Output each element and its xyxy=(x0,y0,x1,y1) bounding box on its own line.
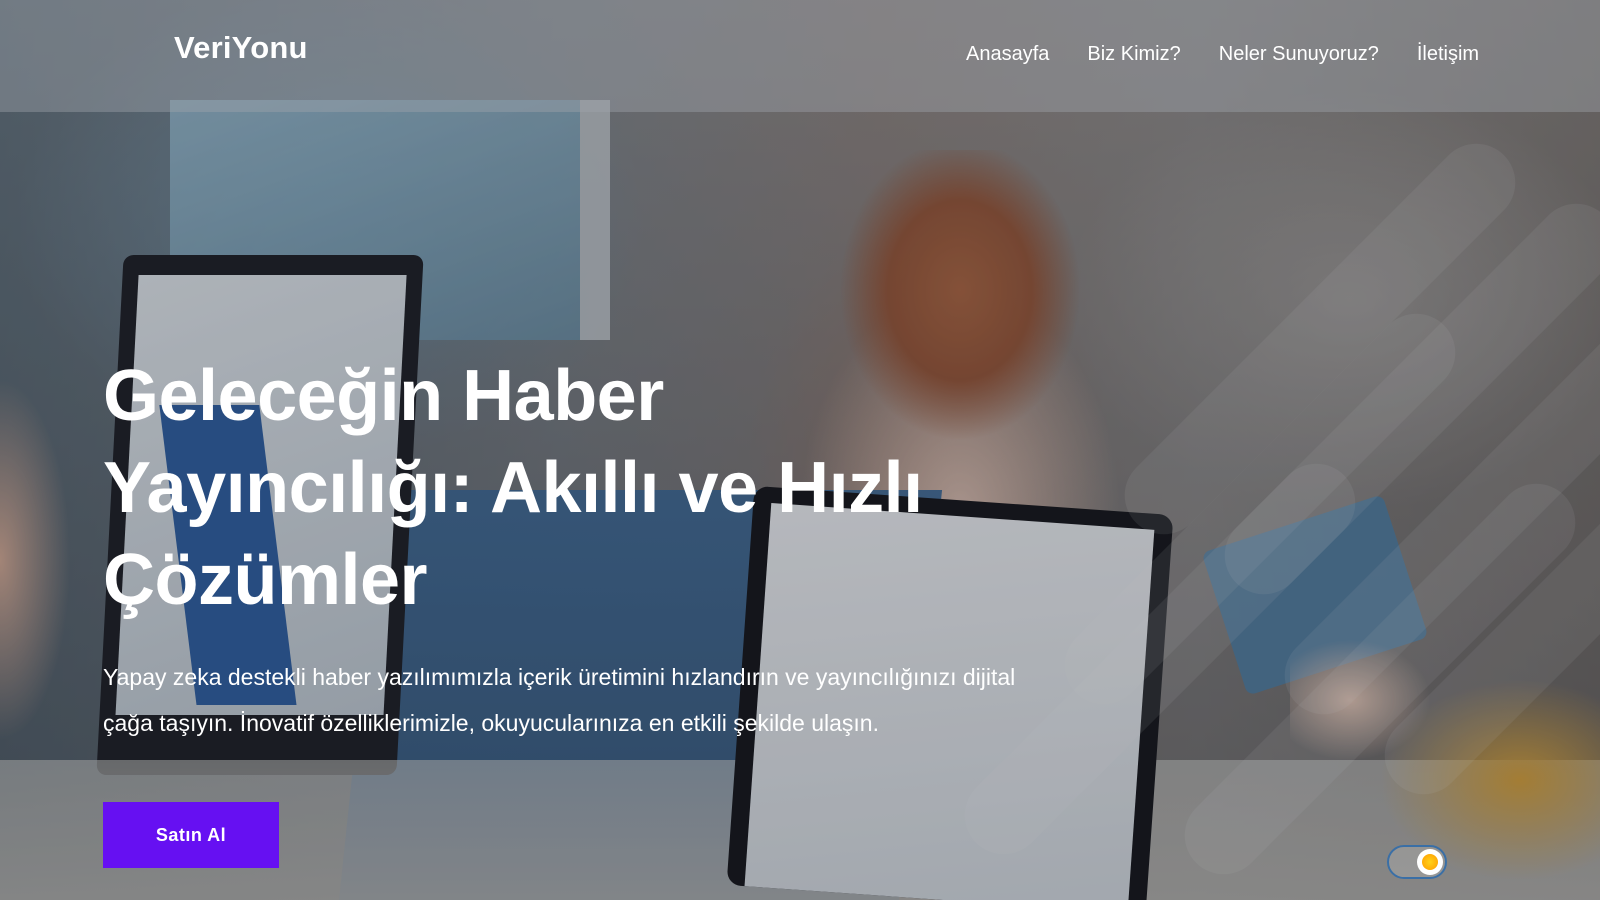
nav-link-biz-kimiz[interactable]: Biz Kimiz? xyxy=(1087,43,1180,66)
sun-icon xyxy=(1422,854,1438,870)
hero-title: Geleceğin Haber Yayıncılığı: Akıllı ve H… xyxy=(103,356,923,620)
main-nav: Anasayfa Biz Kimiz? Neler Sunuyoruz? İle… xyxy=(966,43,1479,66)
hero-subtitle: Yapay zeka destekli haber yazılımımızla … xyxy=(103,664,1016,736)
nav-link-iletisim[interactable]: İletişim xyxy=(1417,43,1479,66)
theme-toggle[interactable] xyxy=(1387,845,1447,879)
site-header: VeriYonu Anasayfa Biz Kimiz? Neler Sunuy… xyxy=(0,0,1600,112)
nav-link-neler-sunuyoruz[interactable]: Neler Sunuyoruz? xyxy=(1219,43,1379,66)
buy-button[interactable]: Satın Al xyxy=(103,802,279,868)
nav-link-anasayfa[interactable]: Anasayfa xyxy=(966,43,1049,66)
brand-logo[interactable]: VeriYonu xyxy=(174,30,308,66)
